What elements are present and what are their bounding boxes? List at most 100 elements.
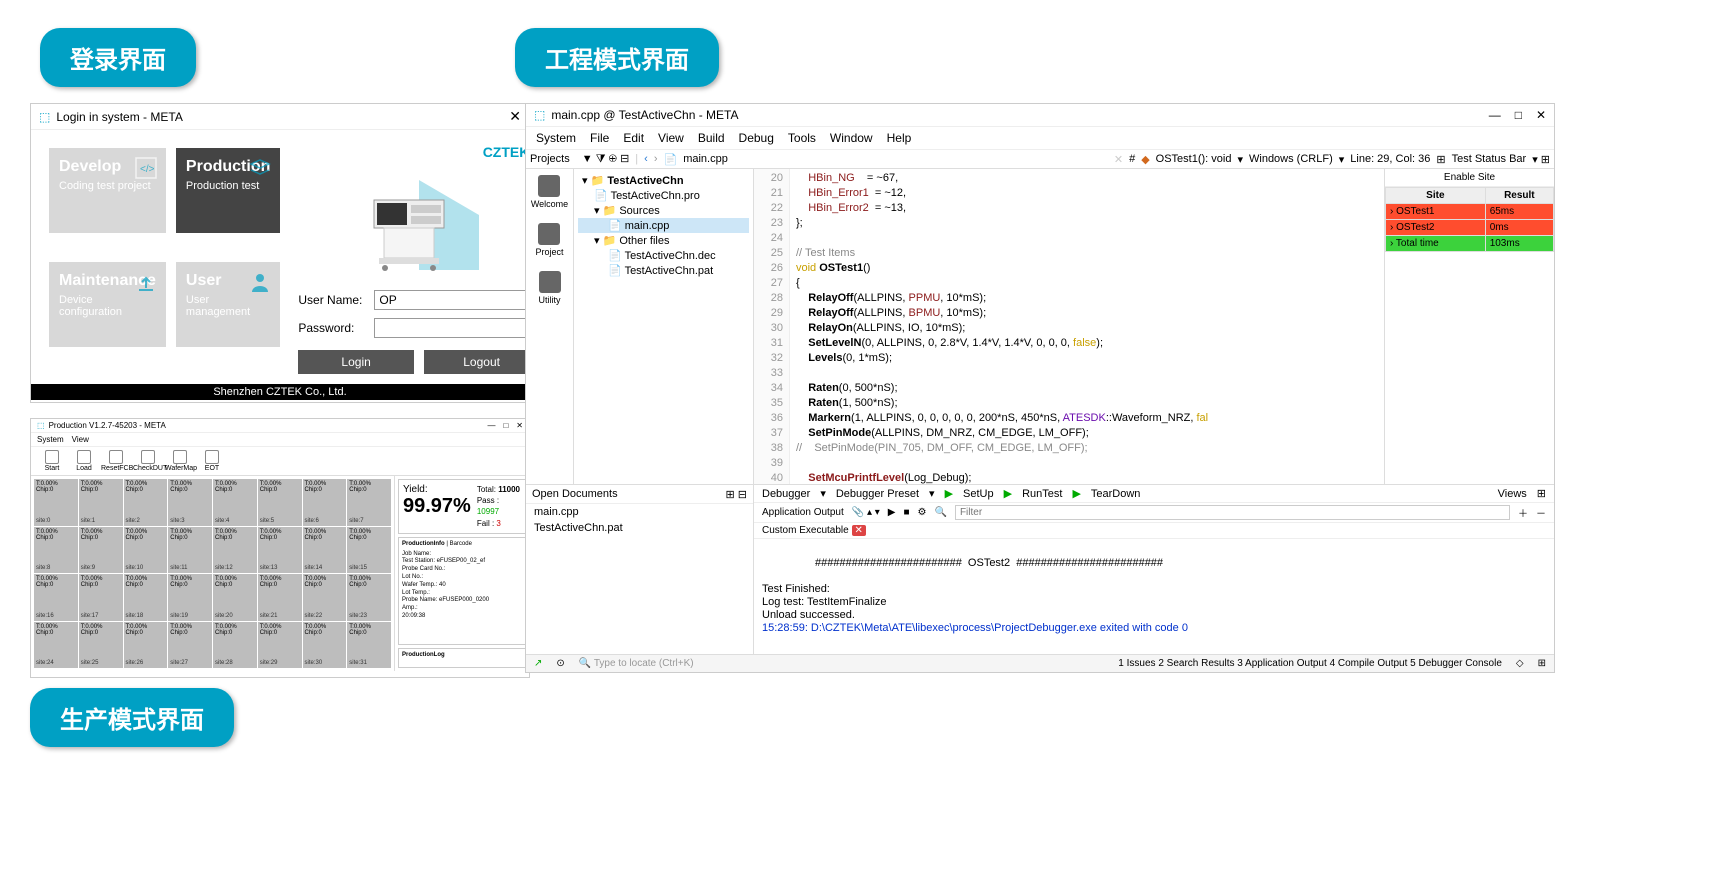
open-doc[interactable]: TestActiveChn.pat [526, 520, 753, 536]
code-area[interactable]: 2021222324252627282930313233343536373839… [754, 169, 1384, 484]
menu-edit[interactable]: Edit [623, 131, 644, 145]
tree-pro[interactable]: 📄 TestActiveChn.pro [578, 188, 749, 203]
site-cell[interactable]: T:0.00%Chip:0site:25 [79, 622, 123, 669]
sidebar-welcome[interactable]: Welcome [531, 175, 568, 209]
menu-debug[interactable]: Debug [739, 131, 774, 145]
site-cell[interactable]: T:0.00%Chip:0site:30 [303, 622, 347, 669]
breadcrumb-function[interactable]: OSTest1(): void [1156, 153, 1232, 165]
teardown-button[interactable]: TearDown [1091, 488, 1141, 500]
encoding-label[interactable]: Windows (CRLF) [1249, 153, 1333, 165]
panel-toggle-icon[interactable]: ⊞ [1538, 658, 1546, 669]
open-doc[interactable]: main.cpp [526, 504, 753, 520]
status-tab[interactable]: 1 Issues [1118, 658, 1158, 669]
nav-fwd-icon[interactable]: › [654, 153, 658, 165]
bookmark-icon[interactable]: # [1129, 153, 1135, 165]
menu-help[interactable]: Help [887, 131, 912, 145]
stop-icon[interactable]: ■ [903, 507, 909, 518]
site-cell[interactable]: T:0.00%Chip:0site:18 [124, 574, 168, 621]
attach-icon[interactable]: 📎 ▴ ▾ [852, 507, 880, 518]
setup-button[interactable]: SetUp [963, 488, 994, 500]
close-tab-icon[interactable]: ✕ [852, 525, 866, 536]
site-cell[interactable]: T:0.00%Chip:0site:19 [168, 574, 212, 621]
site-cell[interactable]: T:0.00%Chip:0site:10 [124, 527, 168, 574]
runtest-button[interactable]: RunTest [1022, 488, 1062, 500]
close-icon[interactable]: ✕ [1536, 108, 1546, 122]
logout-button[interactable]: Logout [424, 350, 540, 374]
site-cell[interactable]: T:0.00%Chip:0site:13 [258, 527, 302, 574]
site-cell[interactable]: T:0.00%Chip:0site:23 [347, 574, 391, 621]
site-cell[interactable]: T:0.00%Chip:0site:28 [213, 622, 257, 669]
custom-exe-tab[interactable]: Custom Executable [762, 525, 849, 536]
gear-icon[interactable]: ⚙ [918, 507, 927, 518]
tree-root[interactable]: ▾ 📁 TestActiveChn [578, 173, 749, 188]
site-cell[interactable]: T:0.00%Chip:0site:24 [34, 622, 78, 669]
sidebar-project[interactable]: Project [535, 223, 563, 257]
username-input[interactable] [374, 290, 539, 310]
filter-input[interactable] [955, 505, 1510, 520]
close-icon[interactable]: ✕ [516, 421, 523, 430]
menu-window[interactable]: Window [830, 131, 873, 145]
site-cell[interactable]: T:0.00%Chip:0site:31 [347, 622, 391, 669]
sidebar-utility[interactable]: Utility [539, 271, 561, 305]
site-cell[interactable]: T:0.00%Chip:0site:15 [347, 527, 391, 574]
tree-main[interactable]: 📄 main.cpp [578, 218, 749, 233]
menu-system[interactable]: System [37, 435, 64, 444]
locate-input[interactable]: 🔍 Type to locate (Ctrl+K) [579, 658, 694, 669]
site-cell[interactable]: T:0.00%Chip:0site:9 [79, 527, 123, 574]
code-text[interactable]: HBin_NG = ~67, HBin_Error1 = ~12, HBin_E… [790, 169, 1384, 484]
toolbar-start[interactable]: Start [37, 450, 67, 472]
site-cell[interactable]: T:0.00%Chip:0site:14 [303, 527, 347, 574]
tile-develop[interactable]: </> Develop Coding test project [49, 148, 166, 233]
site-cell[interactable]: T:0.00%Chip:0site:12 [213, 527, 257, 574]
toolbar-wafermap[interactable]: WaferMap [165, 450, 195, 472]
maximize-icon[interactable]: □ [1515, 108, 1522, 122]
menu-view[interactable]: View [658, 131, 684, 145]
minimize-icon[interactable]: — [487, 421, 495, 430]
site-cell[interactable]: T:0.00%Chip:0site:2 [124, 479, 168, 526]
password-input[interactable] [374, 318, 539, 338]
site-cell[interactable]: T:0.00%Chip:0site:6 [303, 479, 347, 526]
tile-user[interactable]: User User management [176, 262, 280, 347]
site-cell[interactable]: T:0.00%Chip:0site:8 [34, 527, 78, 574]
toolbar-eot[interactable]: EOT [197, 450, 227, 472]
status-tab[interactable]: 2 Search Results [1158, 658, 1237, 669]
run-icon[interactable]: ▶ [1004, 487, 1012, 500]
app-output-tab[interactable]: Application Output [762, 507, 844, 518]
site-cell[interactable]: T:0.00%Chip:0site:5 [258, 479, 302, 526]
views-label[interactable]: Views [1498, 488, 1527, 500]
site-cell[interactable]: T:0.00%Chip:0site:7 [347, 479, 391, 526]
zoom-in-icon[interactable]: ＋ [1518, 505, 1528, 520]
tree-pat[interactable]: 📄 TestActiveChn.pat [578, 263, 749, 278]
current-file[interactable]: main.cpp [683, 153, 728, 165]
tree-other[interactable]: ▾ 📁 Other files [578, 233, 749, 248]
tile-production[interactable]: Production Production test [176, 148, 280, 233]
run-icon[interactable]: ▶ [888, 507, 896, 518]
minimize-icon[interactable]: — [1489, 108, 1501, 122]
search-icon[interactable]: 🔍 [934, 507, 946, 518]
login-button[interactable]: Login [298, 350, 414, 374]
menu-view[interactable]: View [72, 435, 89, 444]
toolbar-checkdut[interactable]: CheckDUT [133, 450, 163, 472]
site-cell[interactable]: T:0.00%Chip:0site:29 [258, 622, 302, 669]
split-icon[interactable]: ⊞ [1436, 153, 1445, 166]
zoom-out-icon[interactable]: － [1536, 505, 1546, 520]
status-tab[interactable]: 4 Compile Output [1330, 658, 1411, 669]
debugger-label[interactable]: Debugger [762, 488, 810, 500]
maximize-icon[interactable]: □ [503, 421, 508, 430]
debugger-preset[interactable]: Debugger Preset [836, 488, 919, 500]
site-cell[interactable]: T:0.00%Chip:0site:11 [168, 527, 212, 574]
toolbar-resetfcb[interactable]: ResetFCB [101, 450, 131, 472]
site-cell[interactable]: T:0.00%Chip:0site:20 [213, 574, 257, 621]
site-cell[interactable]: T:0.00%Chip:0site:4 [213, 479, 257, 526]
toolbar-load[interactable]: Load [69, 450, 99, 472]
status-tab[interactable]: 5 Debugger Console [1410, 658, 1502, 669]
menu-system[interactable]: System [536, 131, 576, 145]
status-tab[interactable]: 3 Application Output [1237, 658, 1329, 669]
site-cell[interactable]: T:0.00%Chip:0site:0 [34, 479, 78, 526]
filter-icon[interactable]: ▼ ⧩ ⊕ ⊟ [582, 152, 630, 166]
close-icon[interactable]: ✕ [509, 108, 521, 125]
menu-file[interactable]: File [590, 131, 609, 145]
site-cell[interactable]: T:0.00%Chip:0site:27 [168, 622, 212, 669]
site-cell[interactable]: T:0.00%Chip:0site:22 [303, 574, 347, 621]
menu-build[interactable]: Build [698, 131, 725, 145]
